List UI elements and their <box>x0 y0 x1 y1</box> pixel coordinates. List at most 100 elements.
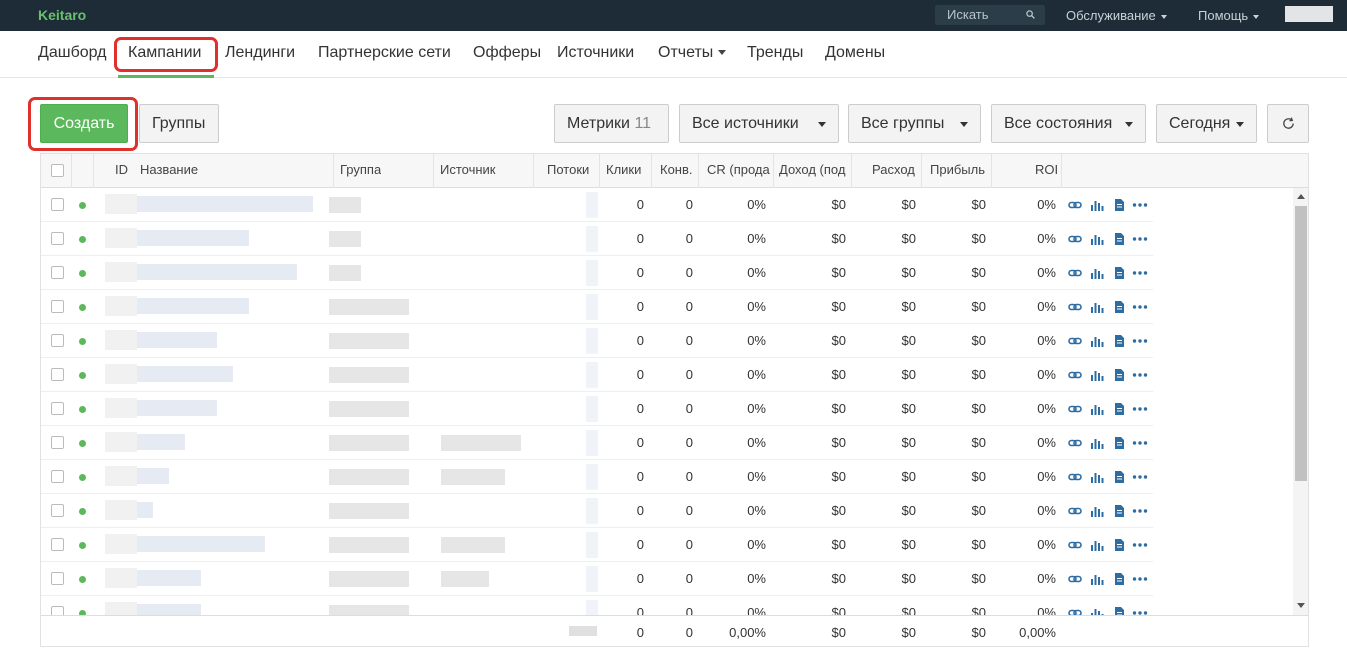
table-row[interactable]: 0 0 0% $0 $0 $0 0% <box>41 562 1153 596</box>
link-icon[interactable] <box>1068 471 1082 483</box>
row-name-blurred[interactable] <box>137 264 297 280</box>
more-icon[interactable] <box>1132 267 1148 279</box>
nav-item-sources[interactable]: Источники <box>557 44 634 62</box>
more-icon[interactable] <box>1132 471 1148 483</box>
row-name-blurred[interactable] <box>137 570 201 586</box>
document-icon[interactable] <box>1112 403 1126 415</box>
document-icon[interactable] <box>1112 233 1126 245</box>
table-row[interactable]: 0 0 0% $0 $0 $0 0% <box>41 494 1153 528</box>
document-icon[interactable] <box>1112 335 1126 347</box>
row-name-blurred[interactable] <box>137 434 185 450</box>
row-name-blurred[interactable] <box>137 366 233 382</box>
groups-button[interactable]: Группы <box>139 104 219 143</box>
table-row[interactable]: 0 0 0% $0 $0 $0 0% <box>41 426 1153 460</box>
row-name-blurred[interactable] <box>137 332 217 348</box>
row-checkbox[interactable] <box>51 300 64 313</box>
service-menu[interactable]: Обслуживание <box>1066 8 1167 23</box>
document-icon[interactable] <box>1112 539 1126 551</box>
link-icon[interactable] <box>1068 403 1082 415</box>
row-checkbox[interactable] <box>51 470 64 483</box>
states-filter[interactable]: Все состояния <box>991 104 1146 143</box>
more-icon[interactable] <box>1132 369 1148 381</box>
link-icon[interactable] <box>1068 573 1082 585</box>
chart-icon[interactable] <box>1090 505 1104 517</box>
document-icon[interactable] <box>1112 573 1126 585</box>
scrollbar-thumb[interactable] <box>1295 206 1307 481</box>
more-icon[interactable] <box>1132 233 1148 245</box>
row-name-blurred[interactable] <box>137 230 249 246</box>
col-source[interactable]: Источник <box>440 162 496 177</box>
col-cost[interactable]: Расход <box>872 162 915 177</box>
document-icon[interactable] <box>1112 267 1126 279</box>
chart-icon[interactable] <box>1090 471 1104 483</box>
refresh-button[interactable] <box>1267 104 1309 143</box>
chart-icon[interactable] <box>1090 403 1104 415</box>
row-checkbox[interactable] <box>51 368 64 381</box>
table-row[interactable]: 0 0 0% $0 $0 $0 0% <box>41 324 1153 358</box>
more-icon[interactable] <box>1132 301 1148 313</box>
nav-item-campaigns[interactable]: Кампании <box>128 44 202 62</box>
link-icon[interactable] <box>1068 369 1082 381</box>
more-icon[interactable] <box>1132 539 1148 551</box>
table-row[interactable]: 0 0 0% $0 $0 $0 0% <box>41 290 1153 324</box>
link-icon[interactable] <box>1068 267 1082 279</box>
link-icon[interactable] <box>1068 199 1082 211</box>
col-clicks[interactable]: Клики <box>606 162 641 177</box>
row-checkbox[interactable] <box>51 402 64 415</box>
nav-item-reports[interactable]: Отчеты <box>658 44 727 62</box>
chart-icon[interactable] <box>1090 335 1104 347</box>
row-name-blurred[interactable] <box>137 400 217 416</box>
table-row[interactable]: 0 0 0% $0 $0 $0 0% <box>41 222 1153 256</box>
nav-item-trends[interactable]: Тренды <box>747 44 803 62</box>
document-icon[interactable] <box>1112 437 1126 449</box>
more-icon[interactable] <box>1132 505 1148 517</box>
document-icon[interactable] <box>1112 369 1126 381</box>
col-profit[interactable]: Прибыль <box>930 162 985 177</box>
chart-icon[interactable] <box>1090 199 1104 211</box>
document-icon[interactable] <box>1112 505 1126 517</box>
col-streams[interactable]: Потоки <box>547 162 589 177</box>
document-icon[interactable] <box>1112 471 1126 483</box>
row-checkbox[interactable] <box>51 198 64 211</box>
table-row[interactable]: 0 0 0% $0 $0 $0 0% <box>41 528 1153 562</box>
nav-item-affiliate-networks[interactable]: Партнерские сети <box>318 44 451 62</box>
more-icon[interactable] <box>1132 403 1148 415</box>
more-icon[interactable] <box>1132 335 1148 347</box>
chart-icon[interactable] <box>1090 573 1104 585</box>
chart-icon[interactable] <box>1090 301 1104 313</box>
chart-icon[interactable] <box>1090 233 1104 245</box>
select-all-checkbox[interactable] <box>51 164 64 177</box>
col-conversions[interactable]: Конв. <box>660 162 693 177</box>
document-icon[interactable] <box>1112 301 1126 313</box>
table-row[interactable]: 0 0 0% $0 $0 $0 0% <box>41 392 1153 426</box>
metrics-button[interactable]: Метрики 11 <box>554 104 669 143</box>
help-menu[interactable]: Помощь <box>1198 8 1260 23</box>
user-menu[interactable] <box>1285 6 1333 22</box>
nav-item-landings[interactable]: Лендинги <box>225 44 295 62</box>
nav-item-dashboard[interactable]: Дашборд <box>38 44 107 62</box>
col-roi[interactable]: ROI <box>1035 162 1058 177</box>
row-name-blurred[interactable] <box>137 536 265 552</box>
row-checkbox[interactable] <box>51 266 64 279</box>
table-row[interactable]: 0 0 0% $0 $0 $0 0% <box>41 358 1153 392</box>
scroll-down-icon[interactable] <box>1297 603 1305 608</box>
groups-filter[interactable]: Все группы <box>848 104 981 143</box>
period-filter[interactable]: Сегодня <box>1156 104 1257 143</box>
app-logo[interactable]: Keitaro <box>38 7 86 23</box>
link-icon[interactable] <box>1068 437 1082 449</box>
more-icon[interactable] <box>1132 573 1148 585</box>
chart-icon[interactable] <box>1090 437 1104 449</box>
col-name[interactable]: Название <box>140 162 198 177</box>
row-checkbox[interactable] <box>51 232 64 245</box>
table-row[interactable]: 0 0 0% $0 $0 $0 0% <box>41 188 1153 222</box>
table-row[interactable]: 0 0 0% $0 $0 $0 0% <box>41 460 1153 494</box>
sources-filter[interactable]: Все источники <box>679 104 839 143</box>
scroll-up-icon[interactable] <box>1297 194 1305 199</box>
col-cr[interactable]: CR (прода <box>707 162 771 177</box>
link-icon[interactable] <box>1068 539 1082 551</box>
row-checkbox[interactable] <box>51 504 64 517</box>
chart-icon[interactable] <box>1090 539 1104 551</box>
chart-icon[interactable] <box>1090 369 1104 381</box>
link-icon[interactable] <box>1068 233 1082 245</box>
more-icon[interactable] <box>1132 199 1148 211</box>
